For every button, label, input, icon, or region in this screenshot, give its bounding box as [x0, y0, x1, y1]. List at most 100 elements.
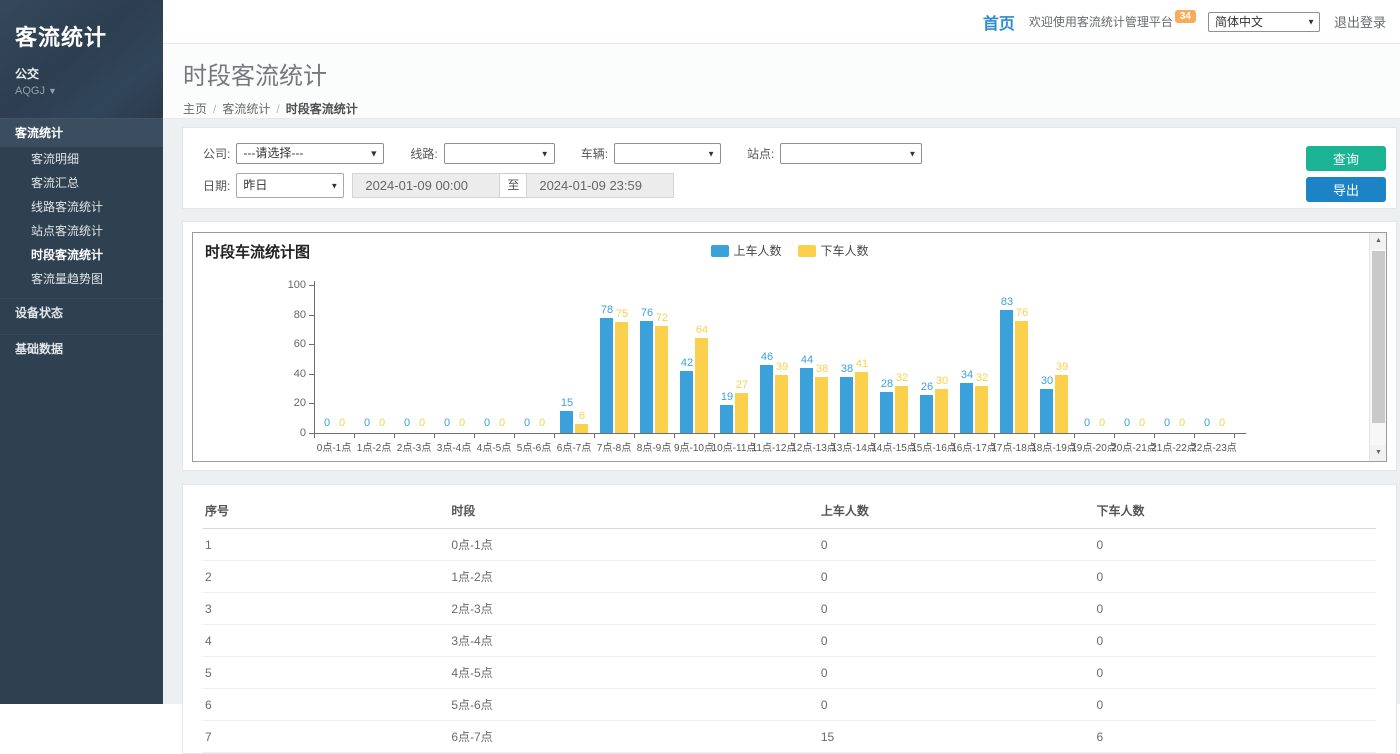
- query-button[interactable]: 查询: [1306, 146, 1386, 171]
- logout-link[interactable]: 退出登录: [1334, 12, 1386, 31]
- bar-下车人数[interactable]: [695, 338, 708, 433]
- x-tick-mark: [754, 434, 755, 438]
- export-button[interactable]: 导出: [1306, 177, 1386, 202]
- bar-上车人数[interactable]: [880, 392, 893, 433]
- bar-下车人数[interactable]: [1055, 375, 1068, 433]
- bar-下车人数[interactable]: [935, 389, 948, 433]
- table-cell: 15: [819, 721, 1095, 753]
- bar-上车人数[interactable]: [840, 377, 853, 433]
- breadcrumb-parent[interactable]: 客流统计: [222, 102, 270, 116]
- table-row[interactable]: 54点-5点00: [203, 657, 1376, 689]
- arrow-down-icon[interactable]: ▼: [1370, 445, 1387, 461]
- breadcrumb: 主页/客流统计/时段客流统计: [183, 100, 1400, 117]
- x-tick-mark: [634, 434, 635, 438]
- table-row[interactable]: 32点-3点00: [203, 593, 1376, 625]
- sidebar-item-设备状态[interactable]: 设备状态: [0, 298, 163, 327]
- bar-下车人数[interactable]: [575, 424, 588, 433]
- table-cell: 1: [203, 529, 449, 561]
- date-preset-select[interactable]: 昨日 ▼: [236, 173, 344, 198]
- bar-下车人数[interactable]: [1015, 321, 1028, 433]
- x-tick-mark: [1234, 434, 1235, 438]
- breadcrumb-separator: /: [276, 102, 279, 116]
- table-row[interactable]: 65点-6点00: [203, 689, 1376, 721]
- bar-下车人数[interactable]: [895, 386, 908, 433]
- x-tick-mark: [1194, 434, 1195, 438]
- bar-上车人数[interactable]: [1000, 310, 1013, 433]
- scrollbar-thumb[interactable]: [1372, 251, 1385, 423]
- x-axis-category-label: 22点-23点: [1178, 439, 1250, 454]
- bar-下车人数[interactable]: [735, 393, 748, 433]
- bar-value-label: 15: [550, 397, 584, 409]
- table-cell: 2点-3点: [449, 593, 818, 625]
- company-select[interactable]: ---请选择--- ▼: [236, 143, 384, 164]
- table-row[interactable]: 10点-1点00: [203, 529, 1376, 561]
- sidebar-item-时段客流统计[interactable]: 时段客流统计: [0, 243, 163, 267]
- table-row[interactable]: 76点-7点156: [203, 721, 1376, 753]
- sidebar-item-客流汇总[interactable]: 客流汇总: [0, 171, 163, 195]
- bar-value-label: 72: [645, 312, 679, 324]
- bar-上车人数[interactable]: [720, 405, 733, 433]
- chart-panel: 时段车流统计图 上车人数 下车人数 020406080100000点-1点001…: [182, 221, 1397, 471]
- table-cell: 0点-1点: [449, 529, 818, 561]
- language-select-value: 简体中文: [1215, 15, 1263, 29]
- bar-下车人数[interactable]: [815, 377, 828, 433]
- bar-上车人数[interactable]: [1040, 389, 1053, 433]
- chevron-down-icon: ▼: [369, 144, 378, 163]
- bar-上车人数[interactable]: [680, 371, 693, 433]
- date-from-input[interactable]: 2024-01-09 00:00: [352, 173, 500, 198]
- breadcrumb-home[interactable]: 主页: [183, 102, 207, 116]
- filter-panel: 公司: ---请选择--- ▼ 线路: ▼ 车辆:: [182, 127, 1397, 209]
- table-cell: 6: [1094, 721, 1376, 753]
- bar-下车人数[interactable]: [615, 322, 628, 433]
- language-select[interactable]: 简体中文 ▼: [1208, 12, 1320, 32]
- home-link[interactable]: 首页: [983, 10, 1015, 34]
- sidebar-nav: 客流统计客流明细客流汇总线路客流统计站点客流统计时段客流统计客流量趋势图设备状态…: [0, 118, 163, 363]
- sidebar-item-站点客流统计[interactable]: 站点客流统计: [0, 219, 163, 243]
- bar-下车人数[interactable]: [855, 372, 868, 433]
- bar-上车人数[interactable]: [760, 365, 773, 433]
- station-select[interactable]: ▼: [780, 143, 922, 164]
- table-cell: 0: [819, 529, 1095, 561]
- chart-vertical-scrollbar[interactable]: ▲ ▼: [1369, 233, 1386, 461]
- time-slot-table: 序号时段上车人数下车人数 10点-1点0021点-2点0032点-3点0043点…: [203, 491, 1376, 753]
- x-tick-mark: [1114, 434, 1115, 438]
- table-cell: 7: [203, 721, 449, 753]
- sidebar-item-客流量趋势图[interactable]: 客流量趋势图: [0, 267, 163, 291]
- line-select[interactable]: ▼: [444, 143, 555, 164]
- table-header-cell: 序号: [203, 491, 449, 529]
- vehicle-select[interactable]: ▼: [614, 143, 721, 164]
- bar-下车人数[interactable]: [975, 386, 988, 433]
- bar-上车人数[interactable]: [640, 321, 653, 433]
- table-row[interactable]: 43点-4点00: [203, 625, 1376, 657]
- table-cell: 5: [203, 657, 449, 689]
- table-row[interactable]: 21点-2点00: [203, 561, 1376, 593]
- arrow-up-icon[interactable]: ▲: [1370, 233, 1387, 249]
- bar-value-label: 39: [1045, 361, 1079, 373]
- caret-down-icon: ▼: [48, 86, 57, 96]
- bar-上车人数[interactable]: [920, 395, 933, 433]
- bar-上车人数[interactable]: [800, 368, 813, 433]
- vehicle-label: 车辆:: [581, 145, 608, 162]
- org-name: 公交: [15, 65, 163, 82]
- table-cell: 0: [1094, 689, 1376, 721]
- station-label: 站点:: [747, 145, 774, 162]
- bar-下车人数[interactable]: [775, 375, 788, 433]
- account-dropdown[interactable]: AQGJ▼: [15, 85, 163, 97]
- notification-badge[interactable]: 34: [1175, 10, 1196, 23]
- bar-下车人数[interactable]: [655, 326, 668, 433]
- chart-box: 时段车流统计图 上车人数 下车人数 020406080100000点-1点001…: [192, 232, 1387, 462]
- sidebar-item-基础数据[interactable]: 基础数据: [0, 334, 163, 363]
- sidebar-item-客流明细[interactable]: 客流明细: [0, 147, 163, 171]
- sidebar-item-客流统计[interactable]: 客流统计: [0, 118, 163, 147]
- x-tick-mark: [914, 434, 915, 438]
- table-cell: 0: [819, 657, 1095, 689]
- bar-上车人数[interactable]: [600, 318, 613, 433]
- sidebar-item-线路客流统计[interactable]: 线路客流统计: [0, 195, 163, 219]
- chevron-down-icon: ▼: [707, 144, 715, 163]
- x-tick-mark: [1034, 434, 1035, 438]
- date-to-input[interactable]: 2024-01-09 23:59: [526, 173, 674, 198]
- x-tick-mark: [394, 434, 395, 438]
- table-cell: 0: [819, 625, 1095, 657]
- x-tick-mark: [1074, 434, 1075, 438]
- bar-上车人数[interactable]: [960, 383, 973, 433]
